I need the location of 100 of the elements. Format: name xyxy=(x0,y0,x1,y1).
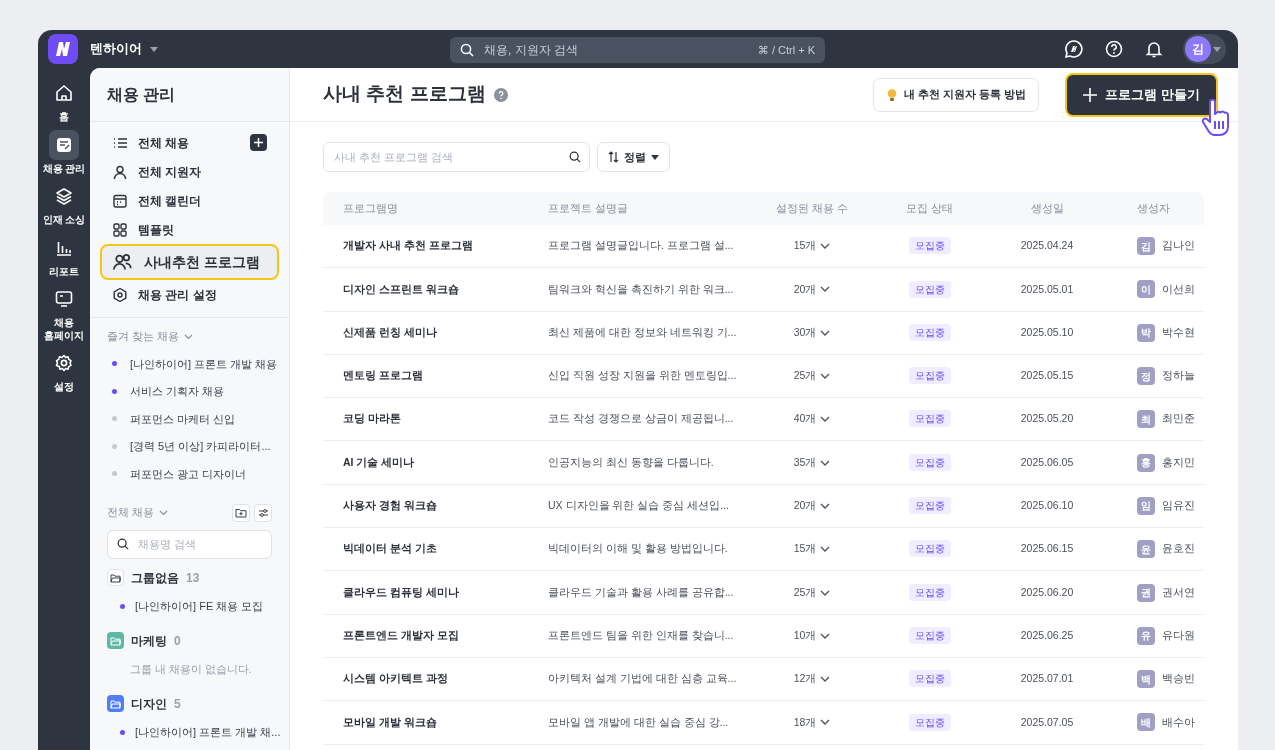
job-link[interactable]: [나인하이어] FE 채용 모집 xyxy=(135,598,264,615)
count-dropdown[interactable]: 15개 xyxy=(752,541,872,558)
sidebar-item[interactable]: 전체 채용 xyxy=(100,128,279,157)
table-cell-text: AI 기술 세미나 xyxy=(342,454,416,470)
chevron-icon xyxy=(820,676,831,683)
program-search-field[interactable]: 사내 추천 프로그램 검색 xyxy=(323,142,590,172)
group-name[interactable]: 디자인 xyxy=(131,694,167,713)
calendar-icon xyxy=(112,192,128,209)
table-cell-text: 윤호진 xyxy=(1162,541,1195,557)
create-program-button[interactable]: 프로그램 만들기 xyxy=(1065,72,1218,117)
table-cell-text: 권서연 xyxy=(1162,584,1195,600)
status-badge: 모집중 xyxy=(908,280,951,298)
folder-icon[interactable] xyxy=(107,695,124,712)
count-dropdown[interactable]: 40개 xyxy=(752,411,872,428)
count-dropdown[interactable]: 20개 xyxy=(752,281,872,298)
rail-label[interactable]: 채용 관리 xyxy=(39,162,89,175)
creator-avatar: 권 xyxy=(1137,583,1155,602)
caret-icon[interactable] xyxy=(150,46,158,52)
column-header: 생성자 xyxy=(1137,201,1170,214)
table-cell-text: 인공지능의 최신 동향을 다룹니다. xyxy=(547,454,715,470)
table-cell-text: 프로그램 설명글입니다. 프로그램 설... xyxy=(547,238,735,254)
count-dropdown[interactable]: 12개 xyxy=(752,671,872,687)
add-folder-button[interactable] xyxy=(232,503,250,522)
chevron-icon xyxy=(820,329,831,336)
table-cell-text: 유다원 xyxy=(1162,627,1195,643)
app-logo[interactable] xyxy=(48,34,78,64)
creator-avatar: 임 xyxy=(1137,496,1155,515)
group-name[interactable]: 마케팅 xyxy=(131,631,167,650)
rail-button[interactable] xyxy=(49,129,79,160)
status-badge: 모집중 xyxy=(908,497,951,515)
count-dropdown[interactable]: 18개 xyxy=(752,714,872,731)
sidebar-item[interactable]: 채용 관리 설정 xyxy=(100,280,279,309)
sidebar-item[interactable]: 템플릿 xyxy=(100,215,279,244)
favorite-job-link[interactable]: 퍼포먼스 마케터 신입 xyxy=(130,410,236,427)
sort-button[interactable]: 정렬 xyxy=(597,142,670,172)
count-dropdown[interactable]: 15개 xyxy=(752,238,872,254)
status-badge: 모집중 xyxy=(908,670,951,688)
grid-icon xyxy=(112,221,128,238)
table-cell-text: 코딩 마라톤 xyxy=(342,411,402,427)
table-cell-text: 사용자 경험 워크숍 xyxy=(342,498,438,514)
folder-icon[interactable] xyxy=(107,569,124,586)
sort-icon xyxy=(608,151,619,163)
job-search-field[interactable]: 채용명 검색 xyxy=(107,529,272,559)
column-header: 생성일 xyxy=(1030,201,1064,214)
favorite-job-link[interactable]: 퍼포먼스 광고 디자이너 xyxy=(130,465,247,482)
table-cell: 2025.06.05 xyxy=(1020,455,1074,468)
status-badge: 모집중 xyxy=(908,237,951,255)
sidebar-item[interactable]: 사내추천 프로그램 xyxy=(100,244,279,280)
workspace-name[interactable]: 텐하이어 xyxy=(90,39,142,59)
table-cell: 백승빈 xyxy=(1162,671,1195,687)
creator-avatar: 유 xyxy=(1137,626,1155,645)
search-icon xyxy=(569,151,581,163)
column-header: 설정된 채용 수 xyxy=(776,201,848,214)
rail-label[interactable]: 리포트 xyxy=(39,265,89,278)
filter-button[interactable] xyxy=(254,503,272,522)
guide-button[interactable]: 내 추천 지원자 등록 방법 xyxy=(873,77,1040,112)
table-cell: 임유진 xyxy=(1162,498,1195,514)
count-dropdown[interactable]: 35개 xyxy=(752,454,872,471)
group-name[interactable]: 그룹없음 xyxy=(131,568,179,587)
search-icon xyxy=(117,538,129,550)
count-dropdown[interactable]: 25개 xyxy=(752,368,872,384)
table-cell: 2025.05.10 xyxy=(1020,325,1074,338)
chevron-icon[interactable] xyxy=(183,334,193,340)
count-dropdown[interactable]: 25개 xyxy=(752,584,872,601)
job-link[interactable]: [나인하이어] 프론트 개발 채... xyxy=(135,724,281,741)
table-cell: 정하늘 xyxy=(1162,368,1195,384)
count-dropdown[interactable]: 10개 xyxy=(752,627,872,644)
chevron-icon[interactable] xyxy=(158,509,168,516)
rail-label[interactable]: 채용 홈페이지 xyxy=(39,317,89,342)
chevron-icon xyxy=(820,502,831,509)
chat-icon[interactable] xyxy=(1063,38,1085,60)
count-dropdown[interactable]: 30개 xyxy=(752,324,872,341)
creator-avatar: 윤 xyxy=(1137,540,1155,559)
column-header: 모집 상태 xyxy=(906,201,953,214)
favorite-job-link[interactable]: [나인하이어] 프론트 개발 채용 xyxy=(130,355,278,372)
creator-avatar: 홍 xyxy=(1137,453,1155,472)
empty-message: 그룹 내 채용이 없습니다. xyxy=(129,661,253,677)
rail-label[interactable]: 인재 소싱 xyxy=(39,214,89,227)
group-count: 0 xyxy=(174,632,181,650)
home-icon xyxy=(54,83,74,103)
table-cell-text: 홍지민 xyxy=(1162,454,1195,470)
table-cell-text: 최신 제품에 대한 정보와 네트워킹 기... xyxy=(547,324,738,340)
rail-label[interactable]: 설정 xyxy=(39,381,89,394)
favorite-job-link[interactable]: 서비스 기획자 채용 xyxy=(130,383,225,400)
favorite-job-link[interactable]: [경력 5년 이상] 카피라이터... xyxy=(130,438,271,455)
chevron-icon xyxy=(820,416,831,423)
count-dropdown[interactable]: 20개 xyxy=(752,498,872,514)
status-badge: 모집중 xyxy=(908,410,951,428)
creator-avatar: 김 xyxy=(1137,237,1155,256)
sidebar-item[interactable]: 전체 캘린더 xyxy=(100,186,279,215)
rail-label[interactable]: 홈 xyxy=(39,111,89,124)
status-badge: 모집중 xyxy=(908,713,951,731)
table-cell-text: 클라우드 컴퓨팅 세미나 xyxy=(342,584,460,600)
status-badge: 모집중 xyxy=(908,540,951,558)
help-icon[interactable] xyxy=(1103,38,1125,60)
search-input[interactable]: 채용, 지원자 검색 xyxy=(482,40,758,60)
table-cell-text: 시스템 아키텍트 과정 xyxy=(342,671,449,687)
search-field[interactable]: 채용, 지원자 검색 ⌘ / Ctrl + K xyxy=(450,37,825,63)
add-button[interactable] xyxy=(250,134,267,151)
sidebar-item[interactable]: 전체 지원자 xyxy=(100,157,279,186)
